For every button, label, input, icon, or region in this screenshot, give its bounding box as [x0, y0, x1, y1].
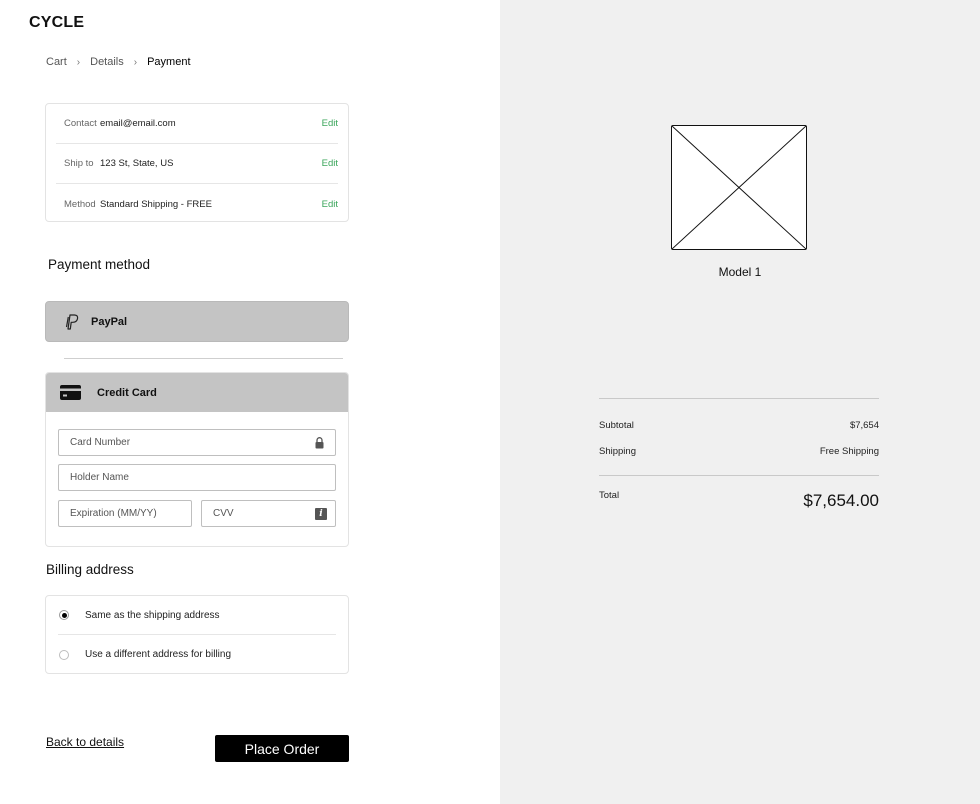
- billing-option-label: Same as the shipping address: [85, 609, 220, 621]
- card-number-placeholder: Card Number: [70, 437, 131, 448]
- paypal-icon: [65, 313, 79, 330]
- edit-method-link[interactable]: Edit: [322, 199, 338, 210]
- paypal-label: PayPal: [91, 315, 128, 328]
- cvv-input[interactable]: CVV i: [201, 500, 336, 527]
- credit-card-option: Credit Card Card Number Holder Name Expi…: [45, 372, 349, 547]
- billing-address-options: Same as the shipping address Use a diffe…: [45, 595, 349, 674]
- expiration-placeholder: Expiration (MM/YY): [70, 508, 157, 519]
- credit-card-header[interactable]: Credit Card: [46, 373, 348, 412]
- billing-address-heading: Billing address: [46, 562, 134, 577]
- subtotal-label: Subtotal: [599, 420, 634, 431]
- breadcrumb-payment: Payment: [147, 56, 191, 68]
- edit-contact-link[interactable]: Edit: [322, 118, 338, 129]
- brand-logo[interactable]: CYCLE: [29, 14, 84, 32]
- image-placeholder-icon: [671, 125, 807, 250]
- summary-key: Contact: [64, 118, 97, 129]
- checkout-panel: CYCLE Cart › Details › Payment Contact e…: [0, 0, 500, 804]
- summary-key: Method: [64, 198, 96, 210]
- shipping-value: Free Shipping: [819, 446, 879, 457]
- credit-card-icon: [60, 385, 81, 400]
- payment-method-heading: Payment method: [48, 257, 151, 272]
- divider: [64, 358, 343, 359]
- order-info-summary: Contact email@email.com Edit Ship to 123…: [45, 103, 349, 222]
- lock-icon: [315, 437, 324, 449]
- shipping-label: Shipping: [599, 446, 636, 457]
- divider: [599, 398, 879, 399]
- radio-selected[interactable]: [59, 610, 69, 620]
- total-label: Total: [599, 490, 620, 501]
- subtotal-row: Subtotal $7,654: [599, 420, 879, 431]
- holder-name-placeholder: Holder Name: [70, 472, 129, 483]
- back-to-details-link[interactable]: Back to details: [46, 735, 124, 749]
- subtotal-value: $7,654: [849, 420, 879, 431]
- cvv-placeholder: CVV: [213, 508, 234, 519]
- shipping-row: Shipping Free Shipping: [599, 446, 879, 457]
- card-number-input[interactable]: Card Number: [58, 429, 336, 456]
- credit-card-label: Credit Card: [97, 386, 157, 399]
- divider: [599, 475, 879, 476]
- summary-key: Ship to: [64, 158, 94, 169]
- product-name: Model 1: [718, 265, 762, 279]
- order-summary-panel: Model 1 Subtotal $7,654 Shipping Free Sh…: [500, 0, 980, 804]
- info-icon[interactable]: i: [315, 508, 327, 520]
- breadcrumb-details[interactable]: Details: [90, 56, 124, 68]
- billing-option-label: Use a different address for billing: [85, 649, 232, 660]
- summary-value: Standard Shipping - FREE: [100, 198, 212, 210]
- summary-row-ship-to: Ship to 123 St, State, US Edit: [56, 144, 338, 184]
- summary-value: 123 St, State, US: [100, 158, 174, 169]
- edit-ship-to-link[interactable]: Edit: [322, 158, 338, 169]
- radio-unselected[interactable]: [59, 649, 69, 660]
- total-value: $7,654.00: [803, 491, 879, 510]
- chevron-right-icon: ›: [133, 56, 138, 68]
- summary-row-method: Method Standard Shipping - FREE Edit: [56, 184, 338, 224]
- holder-name-input[interactable]: Holder Name: [58, 464, 336, 491]
- place-order-button[interactable]: Place Order: [215, 735, 349, 762]
- chevron-right-icon: ›: [76, 56, 81, 68]
- billing-option-same[interactable]: Same as the shipping address: [58, 596, 336, 635]
- summary-value: email@email.com: [100, 118, 176, 129]
- expiration-input[interactable]: Expiration (MM/YY): [58, 500, 192, 527]
- paypal-option[interactable]: PayPal: [45, 301, 349, 342]
- billing-option-different[interactable]: Use a different address for billing: [58, 635, 336, 674]
- summary-row-contact: Contact email@email.com Edit: [56, 104, 338, 144]
- breadcrumb-cart[interactable]: Cart: [46, 56, 67, 68]
- breadcrumb: Cart › Details › Payment: [46, 56, 191, 68]
